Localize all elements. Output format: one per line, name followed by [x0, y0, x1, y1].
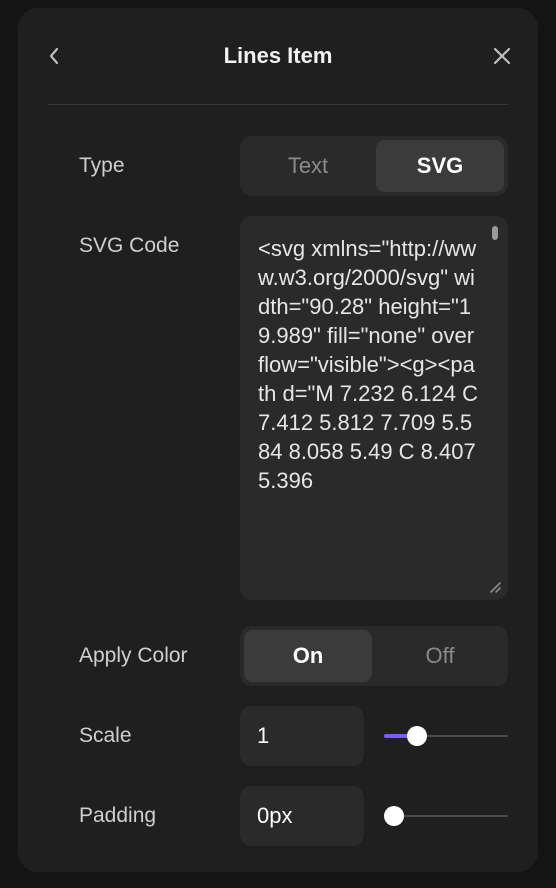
apply-color-label: Apply Color	[79, 644, 188, 667]
apply-color-option-off[interactable]: Off	[376, 630, 504, 682]
type-segmented-control: Text SVG	[240, 136, 508, 196]
close-button[interactable]	[488, 42, 516, 70]
apply-color-segmented-control: On Off	[240, 626, 508, 686]
type-label: Type	[79, 154, 125, 177]
scale-label: Scale	[79, 724, 132, 747]
scale-slider[interactable]	[384, 724, 508, 748]
panel-title: Lines Item	[223, 43, 333, 68]
resize-handle-icon[interactable]	[486, 578, 502, 594]
svg-code-label: SVG Code	[79, 234, 180, 257]
type-option-text[interactable]: Text	[244, 140, 372, 192]
padding-label: Padding	[79, 804, 157, 827]
scale-input[interactable]: 1	[240, 706, 364, 766]
scale-slider-knob[interactable]	[406, 726, 427, 746]
close-icon	[493, 47, 511, 65]
header-divider	[48, 104, 508, 105]
app-frame: Lines Item Type Text SVG SVG Code <svg x…	[0, 0, 556, 888]
svg-code-textarea[interactable]: <svg xmlns="http://www.w3.org/2000/svg" …	[240, 216, 508, 600]
type-option-svg[interactable]: SVG	[376, 140, 504, 192]
padding-slider-knob[interactable]	[384, 806, 404, 826]
properties-panel: Lines Item Type Text SVG SVG Code <svg x…	[18, 8, 538, 872]
svg-code-text: <svg xmlns="http://www.w3.org/2000/svg" …	[258, 236, 485, 493]
textarea-scrollbar[interactable]	[492, 226, 498, 240]
padding-input[interactable]: 0px	[240, 786, 364, 846]
apply-color-option-on[interactable]: On	[244, 630, 372, 682]
padding-slider[interactable]	[384, 804, 508, 828]
panel-header: Lines Item	[18, 8, 538, 104]
